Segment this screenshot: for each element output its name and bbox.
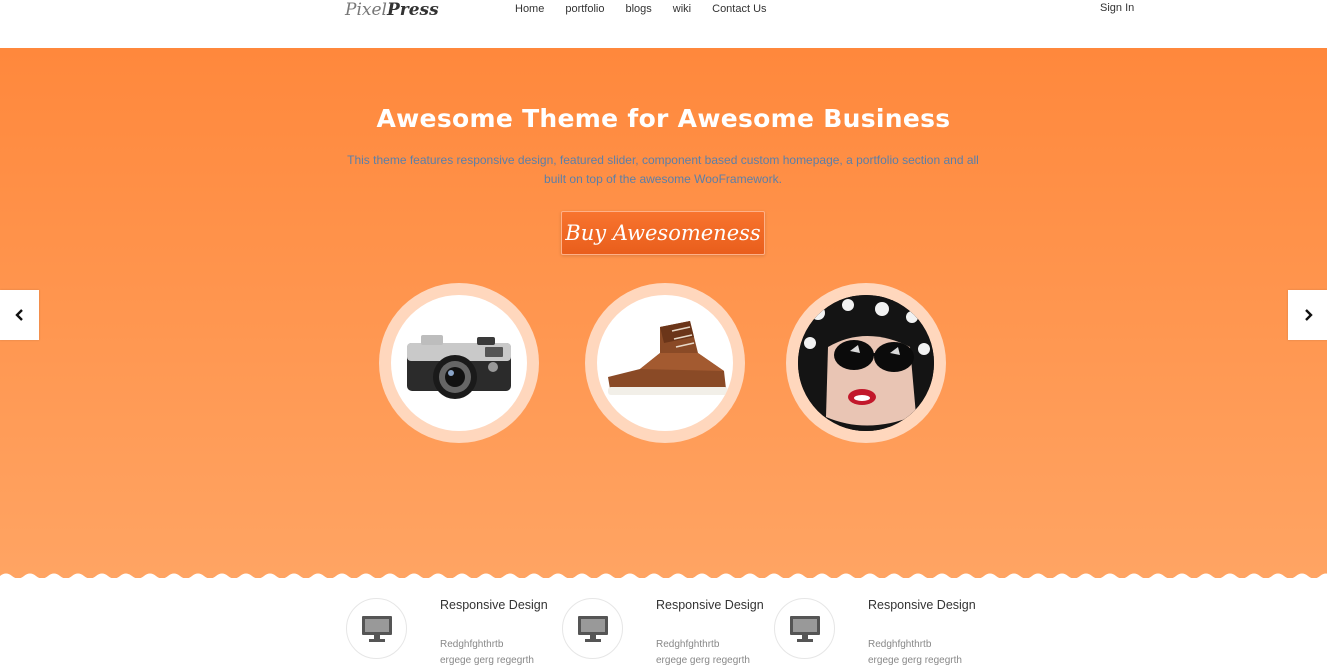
feature-item: Responsive Design Redghfghthrtb ergege g… bbox=[346, 598, 556, 670]
feature-title: Responsive Design bbox=[440, 598, 548, 612]
nav-contact-us[interactable]: Contact Us bbox=[712, 3, 766, 15]
feature-text-line1: Redghfghthrtb bbox=[868, 639, 932, 650]
slider-next-button[interactable] bbox=[1288, 290, 1327, 340]
feature-text: Redghfghthrtb ergege gerg regegrth bbox=[440, 637, 560, 669]
feature-text-line2: ergege gerg regegrth bbox=[656, 655, 750, 666]
hero-wave-divider bbox=[0, 573, 1327, 582]
main-nav: Home portfolio blogs wiki Contact Us bbox=[515, 3, 788, 15]
sign-in-link[interactable]: Sign In bbox=[1100, 2, 1134, 14]
chevron-right-icon bbox=[1304, 309, 1313, 321]
monitor-icon bbox=[577, 615, 608, 642]
sunglasses-portrait-icon bbox=[798, 295, 934, 431]
feature-icon-circle bbox=[562, 598, 623, 659]
monitor-icon bbox=[361, 615, 392, 642]
feature-item: Responsive Design Redghfghthrtb ergege g… bbox=[774, 598, 984, 670]
logo-part-2: Press bbox=[386, 0, 439, 20]
feature-text-line1: Redghfghthrtb bbox=[440, 639, 504, 650]
feature-text: Redghfghthrtb ergege gerg regegrth bbox=[656, 637, 776, 669]
feature-title: Responsive Design bbox=[656, 598, 764, 612]
feature-text-line2: ergege gerg regegrth bbox=[868, 655, 962, 666]
slide-circle-portrait bbox=[786, 283, 946, 443]
feature-text-line2: ergege gerg regegrth bbox=[440, 655, 534, 666]
feature-title: Responsive Design bbox=[868, 598, 976, 612]
hero-title: Awesome Theme for Awesome Business bbox=[376, 104, 951, 133]
site-header: PixelPress Home portfolio blogs wiki Con… bbox=[0, 0, 1327, 48]
camera-icon bbox=[407, 335, 511, 399]
nav-wiki[interactable]: wiki bbox=[673, 3, 691, 15]
portrait-image bbox=[798, 295, 934, 431]
logo[interactable]: PixelPress bbox=[345, 0, 439, 20]
buy-awesomeness-button[interactable]: Buy Awesomeness bbox=[561, 211, 765, 255]
boot-image bbox=[597, 295, 733, 431]
feature-icon-circle bbox=[346, 598, 407, 659]
nav-blogs[interactable]: blogs bbox=[625, 3, 651, 15]
camera-image bbox=[391, 295, 527, 431]
feature-item: Responsive Design Redghfghthrtb ergege g… bbox=[562, 598, 772, 670]
feature-text-line1: Redghfghthrtb bbox=[656, 639, 720, 650]
chevron-left-icon bbox=[14, 309, 23, 321]
nav-home[interactable]: Home bbox=[515, 3, 544, 15]
hero-section: Awesome Theme for Awesome Business This … bbox=[0, 48, 1327, 582]
nav-portfolio[interactable]: portfolio bbox=[565, 3, 604, 15]
slider-prev-button[interactable] bbox=[0, 290, 39, 340]
boot-icon bbox=[608, 321, 728, 395]
feature-icon-circle bbox=[774, 598, 835, 659]
slide-circle-boot bbox=[585, 283, 745, 443]
hero-description: This theme features responsive design, f… bbox=[347, 153, 979, 186]
monitor-icon bbox=[789, 615, 820, 642]
slide-circle-camera bbox=[379, 283, 539, 443]
feature-text: Redghfghthrtb ergege gerg regegrth bbox=[868, 637, 988, 669]
logo-part-1: Pixel bbox=[345, 0, 387, 20]
